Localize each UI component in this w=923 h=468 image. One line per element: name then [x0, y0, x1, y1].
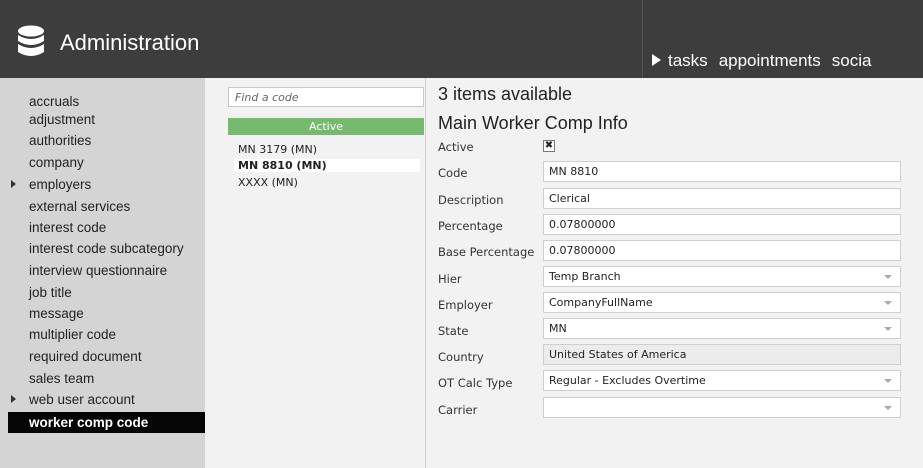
sidebar-item-label: sales team: [29, 371, 95, 386]
sidebar-item-interview-questionnaire[interactable]: interview questionnaire: [8, 260, 205, 281]
ot-calc-type-select[interactable]: Regular - Excludes Overtime: [543, 370, 901, 391]
carrier-label: Carrier: [438, 403, 478, 417]
sidebar-item-label: worker comp code: [29, 415, 149, 430]
sidebar-item-message[interactable]: message: [8, 303, 205, 324]
sidebar-item-label: job title: [29, 285, 72, 300]
code-list-item-selected[interactable]: MN 8810 (MN): [234, 159, 420, 172]
sidebar-item-label: web user account: [29, 392, 135, 407]
hier-select[interactable]: Temp Branch: [543, 266, 901, 287]
base-percentage-field[interactable]: 0.07800000: [543, 240, 901, 261]
expand-arrow-icon[interactable]: [11, 180, 16, 188]
search-input[interactable]: [228, 87, 424, 107]
description-label: Description: [438, 193, 504, 207]
sidebar-item-interest-code-subcategory[interactable]: interest code subcategory: [8, 238, 205, 259]
ot-calc-type-value: Regular - Excludes Overtime: [549, 374, 706, 387]
sidebar-item-worker-comp-code[interactable]: worker comp code: [8, 412, 220, 433]
state-select[interactable]: MN: [543, 318, 901, 339]
app-title: Administration: [60, 30, 200, 55]
active-label: Active: [438, 140, 474, 154]
section-title: Main Worker Comp Info: [438, 113, 628, 133]
chevron-down-icon[interactable]: [884, 275, 892, 279]
sidebar-item-label: authorities: [29, 133, 92, 148]
country-label: Country: [438, 350, 484, 364]
sidebar-item-label: adjustment: [29, 112, 96, 127]
sidebar-item-label: message: [29, 306, 84, 321]
sidebar-item-company[interactable]: company: [8, 152, 205, 173]
sidebar-item-employers[interactable]: employers: [8, 174, 205, 195]
sidebar-item-label: interest code subcategory: [29, 241, 184, 256]
state-value: MN: [549, 322, 567, 335]
database-icon: [18, 25, 44, 56]
code-field[interactable]: MN 8810: [543, 161, 901, 182]
active-checkbox[interactable]: ✖: [543, 140, 555, 152]
base-percentage-label: Base Percentage: [438, 245, 535, 259]
sidebar-item-label: external services: [29, 199, 131, 214]
sidebar-item-label: accruals: [29, 94, 80, 109]
country-field: United States of America: [543, 344, 901, 365]
sidebar-item-multiplier-code[interactable]: multiplier code: [8, 324, 205, 345]
sidebar-item-required-document[interactable]: required document: [8, 346, 205, 367]
code-label: Code: [438, 166, 468, 180]
chevron-down-icon[interactable]: [884, 327, 892, 331]
hier-label: Hier: [438, 272, 462, 286]
sidebar-item-web-user-account[interactable]: web user account: [8, 389, 205, 410]
hier-value: Temp Branch: [549, 270, 621, 283]
top-nav: tasks appointments socia: [652, 51, 882, 71]
employer-value: CompanyFullName: [549, 296, 653, 309]
code-list-item[interactable]: MN 3179 (MN): [238, 143, 317, 156]
sidebar-item-interest-code[interactable]: interest code: [8, 217, 205, 238]
employer-select[interactable]: CompanyFullName: [543, 292, 901, 313]
items-available-count: 3 items available: [438, 84, 573, 104]
percentage-label: Percentage: [438, 219, 503, 233]
sidebar-item-sales-team[interactable]: sales team: [8, 368, 205, 389]
sidebar-item-label: interview questionnaire: [29, 263, 168, 278]
employer-label: Employer: [438, 298, 493, 312]
sidebar-item-label: interest code: [29, 220, 107, 235]
chevron-down-icon[interactable]: [884, 379, 892, 383]
sidebar-item-label: employers: [29, 177, 92, 192]
chevron-down-icon[interactable]: [884, 301, 892, 305]
sidebar-item-label: company: [29, 155, 84, 170]
state-label: State: [438, 324, 469, 338]
nav-social[interactable]: socia: [832, 51, 872, 70]
code-list-item[interactable]: XXXX (MN): [238, 176, 298, 189]
sidebar-item-external-services[interactable]: external services: [8, 196, 205, 217]
percentage-field[interactable]: 0.07800000: [543, 214, 901, 235]
sidebar: accruals adjustment authorities company …: [0, 78, 220, 468]
header-divider: [642, 0, 643, 78]
sidebar-item-label: multiplier code: [29, 327, 117, 342]
top-bar: Administration tasks appointments socia: [0, 0, 923, 78]
status-filter-bar[interactable]: Active: [228, 118, 424, 135]
code-list-panel: [205, 78, 426, 468]
description-field[interactable]: Clerical: [543, 188, 901, 209]
sidebar-item-adjustment[interactable]: adjustment: [8, 109, 205, 130]
play-icon: [652, 54, 661, 66]
nav-appointments[interactable]: appointments: [719, 51, 821, 70]
sidebar-item-job-title[interactable]: job title: [8, 282, 205, 303]
nav-tasks[interactable]: tasks: [668, 51, 708, 70]
ot-calc-type-label: OT Calc Type: [438, 376, 513, 390]
sidebar-item-label: required document: [29, 349, 142, 364]
expand-arrow-icon[interactable]: [11, 395, 16, 403]
carrier-select[interactable]: [543, 397, 901, 418]
sidebar-item-authorities[interactable]: authorities: [8, 130, 205, 151]
chevron-down-icon[interactable]: [884, 406, 892, 410]
